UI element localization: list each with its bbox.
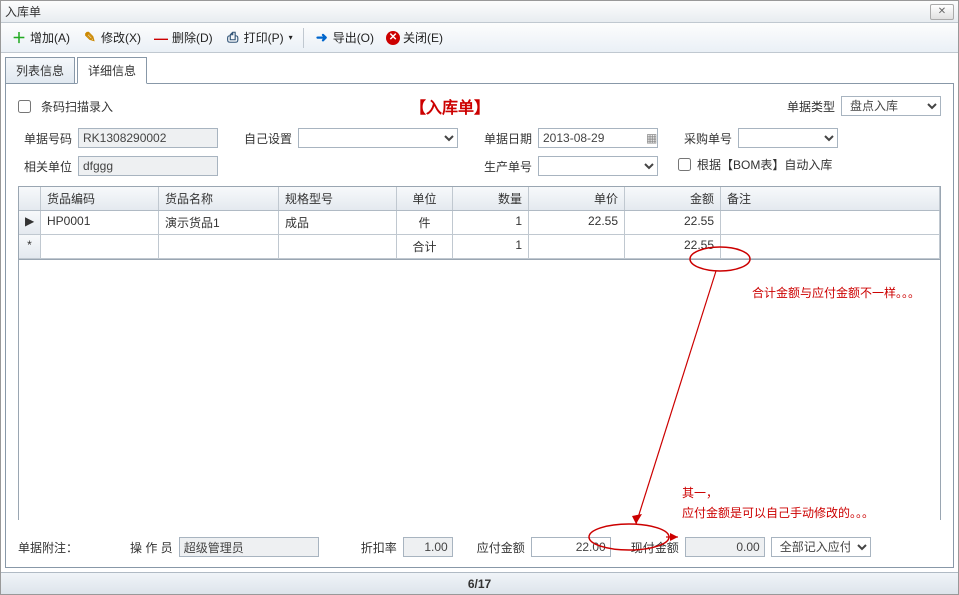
prod-no-select[interactable] [538, 156, 658, 176]
add-button[interactable]: ＋增加(A) [7, 27, 74, 48]
col-amount[interactable]: 金额 [625, 187, 721, 210]
rel-unit-input[interactable] [78, 156, 218, 176]
payable-input[interactable] [531, 537, 611, 557]
grid-row[interactable]: ▶ HP0001 演示货品1 成品 件 1 22.55 22.55 [19, 211, 940, 235]
operator-label: 操 作 员 [130, 539, 173, 556]
grid-header: 货品编码 货品名称 规格型号 单位 数量 单价 金额 备注 [19, 187, 940, 211]
tab-detail[interactable]: 详细信息 [77, 57, 147, 84]
discount-label: 折扣率 [361, 539, 397, 556]
discount-input[interactable] [403, 537, 453, 557]
close-icon: ✕ [386, 31, 400, 45]
col-price[interactable]: 单价 [529, 187, 625, 210]
tab-list[interactable]: 列表信息 [5, 57, 75, 84]
col-name[interactable]: 货品名称 [159, 187, 279, 210]
operator-input[interactable] [179, 537, 319, 557]
self-set-select[interactable] [298, 128, 458, 148]
po-no-select[interactable] [738, 128, 838, 148]
print-icon: ⎙ [225, 30, 241, 46]
window-title: 入库单 [5, 3, 930, 20]
doc-date-input[interactable] [538, 128, 658, 148]
calendar-icon[interactable]: ▦ [646, 131, 657, 145]
grid-total-row: * 合计 1 22.55 [19, 235, 940, 259]
annotation-1: 合计金额与应付金额不一样。。。 [752, 284, 920, 301]
print-button[interactable]: ⎙打印(P)▾ [221, 27, 297, 48]
total-amount: 22.55 [625, 235, 721, 258]
col-spec[interactable]: 规格型号 [279, 187, 397, 210]
delete-button[interactable]: —删除(D) [149, 27, 217, 48]
annotation-3: 应付金额是可以自己手动修改的。。。 [682, 504, 874, 521]
total-label: 合计 [397, 235, 453, 258]
attach-label: 单据附注： [18, 539, 78, 556]
prod-no-label: 生产单号 [478, 158, 532, 175]
edit-button[interactable]: ✎修改(X) [78, 27, 145, 48]
col-qty[interactable]: 数量 [453, 187, 529, 210]
rel-unit-label: 相关单位 [18, 158, 72, 175]
self-set-label: 自己设置 [238, 130, 292, 147]
close-window-button[interactable]: ✕ [930, 4, 954, 20]
doc-type-select[interactable]: 盘点入库 [841, 96, 941, 116]
export-icon: ➜ [314, 30, 330, 46]
detail-panel: 条码扫描录入 【入库单】 单据类型 盘点入库 单据号码 相关单位 自己设置 单据… [5, 83, 954, 568]
form-title: 【入库单】 [119, 94, 781, 118]
bom-label: 根据【BOM表】自动入库 [697, 156, 832, 173]
barcode-checkbox[interactable] [18, 100, 31, 113]
pager: 6/17 [1, 572, 958, 594]
cash-input[interactable] [685, 537, 765, 557]
payable-label: 应付金额 [477, 539, 525, 556]
col-code[interactable]: 货品编码 [41, 187, 159, 210]
minus-icon: — [153, 30, 169, 46]
barcode-label: 条码扫描录入 [41, 98, 113, 115]
bom-checkbox[interactable] [678, 158, 691, 171]
annotation-2: 其一， [682, 484, 718, 501]
items-grid: 货品编码 货品名称 规格型号 单位 数量 单价 金额 备注 ▶ HP0001 演… [18, 186, 941, 260]
col-remark[interactable]: 备注 [721, 187, 940, 210]
export-button[interactable]: ➜导出(O) [310, 27, 378, 48]
doc-no-input[interactable] [78, 128, 218, 148]
po-no-label: 采购单号 [678, 130, 732, 147]
close-button[interactable]: ✕关闭(E) [382, 27, 447, 48]
edit-icon: ✎ [82, 30, 98, 46]
toolbar: ＋增加(A) ✎修改(X) —删除(D) ⎙打印(P)▾ ➜导出(O) ✕关闭(… [1, 23, 958, 53]
record-select[interactable]: 全部记入应付款 [771, 537, 871, 557]
col-unit[interactable]: 单位 [397, 187, 453, 210]
doc-no-label: 单据号码 [18, 130, 72, 147]
row-marker: ▶ [19, 211, 41, 234]
separator [303, 28, 304, 48]
cash-label: 现付金额 [631, 539, 679, 556]
chevron-down-icon: ▾ [289, 33, 293, 42]
plus-icon: ＋ [11, 30, 27, 46]
doc-date-label: 单据日期 [478, 130, 532, 147]
doc-type-label: 单据类型 [787, 98, 835, 115]
